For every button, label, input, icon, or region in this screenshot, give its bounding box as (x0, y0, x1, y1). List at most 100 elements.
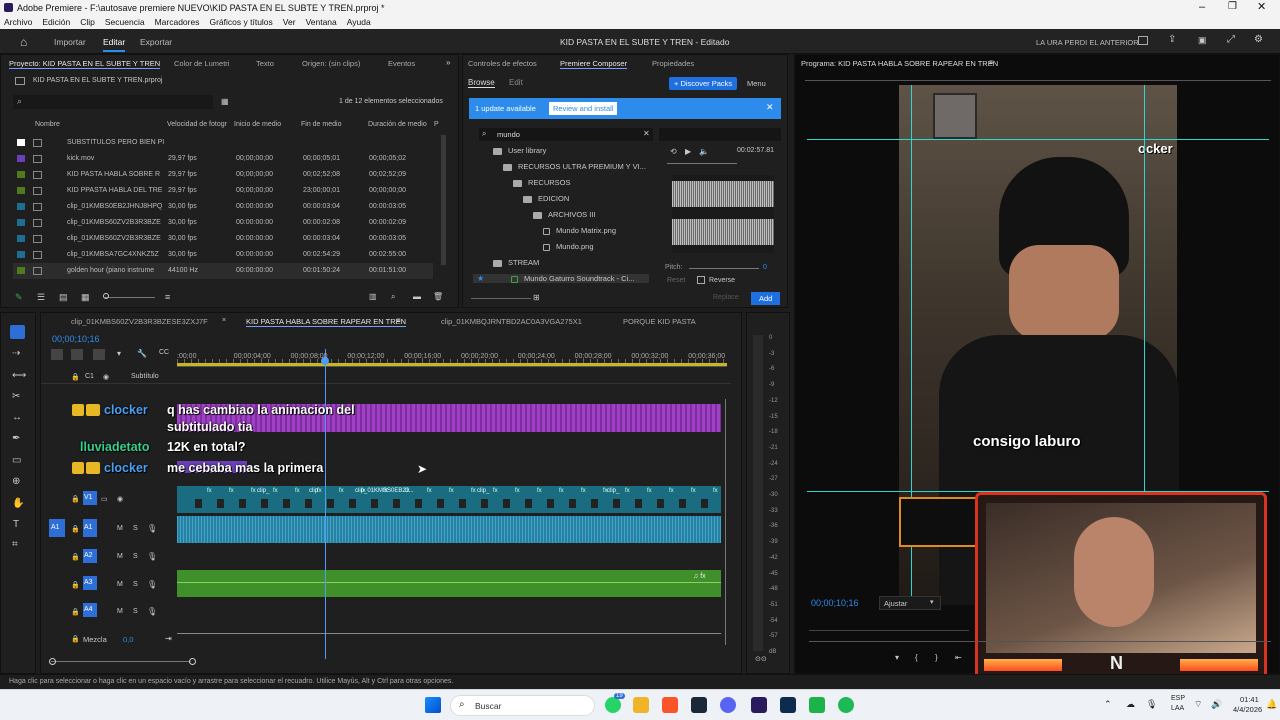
column-media-duration[interactable]: Duración de medio (368, 121, 427, 128)
add-marker-icon[interactable]: ▾ (117, 349, 121, 358)
solo-a3[interactable]: S (133, 581, 138, 588)
tab-premiere-composer[interactable]: Premiere Composer (560, 59, 628, 69)
program-scrubber[interactable] (809, 623, 969, 631)
discover-packs-button[interactable]: + Discover Packs (669, 77, 738, 90)
new-bin-icon[interactable]: ▬ (413, 292, 421, 301)
tab-export[interactable]: Exportar (140, 37, 172, 47)
language-indicator[interactable]: ESP (1171, 695, 1185, 702)
freeform-view-icon[interactable]: ▦ (81, 292, 90, 303)
home-icon[interactable]: ⌂ (20, 35, 27, 49)
project-row[interactable]: clip_01KMBS60ZV2B3R3BZE 30,00 fps 00:00:… (13, 215, 433, 231)
composer-menu-button[interactable]: Menu (747, 79, 766, 88)
windows-start-icon[interactable] (425, 697, 441, 713)
project-row[interactable]: KID PPASTA HABLA DEL TRE 29,97 fps 00;00… (13, 183, 433, 199)
mute-a4[interactable]: M (117, 608, 123, 615)
in-point-icon[interactable]: { (915, 653, 918, 662)
reset-button[interactable]: Reset (667, 277, 685, 284)
steam-icon[interactable] (691, 697, 707, 713)
minimize-icon[interactable]: – (1199, 1, 1205, 13)
mic-icon[interactable]: 🎙 (1146, 699, 1157, 710)
tab-text[interactable]: Texto (256, 59, 274, 68)
menu-item[interactable]: Gráficos y títulos (209, 17, 272, 27)
solo-a2[interactable]: S (133, 553, 138, 560)
playhead[interactable] (325, 349, 326, 659)
goto-in-icon[interactable]: ⇤ (955, 653, 962, 662)
list-view-icon[interactable]: ☰ (37, 292, 45, 303)
column-p[interactable]: P (434, 121, 439, 128)
solo-a4[interactable]: S (133, 608, 138, 615)
ripple-edit-icon[interactable]: ⟷ (12, 370, 26, 381)
automate-icon[interactable]: ▥ (369, 292, 377, 301)
snap-icon[interactable] (71, 349, 83, 360)
program-menu-icon[interactable]: ≡ (989, 58, 994, 67)
tab-source[interactable]: Origen: (sin clips) (302, 59, 360, 68)
zoom-handle-right[interactable] (189, 658, 196, 665)
tree-folder[interactable]: ARCHIVOS III (533, 210, 596, 219)
solo-a1[interactable]: S (133, 525, 138, 532)
type-icon[interactable]: T (13, 519, 19, 530)
a3-target[interactable]: A3 (83, 576, 97, 590)
menu-item[interactable]: Ayuda (347, 17, 371, 27)
lock-icon[interactable]: 🔒 (71, 495, 80, 503)
close-tab-icon[interactable]: × (222, 317, 226, 324)
a2-target[interactable]: A2 (83, 549, 97, 563)
lock-icon[interactable]: 🔒 (71, 635, 80, 643)
slip-icon[interactable]: ↔ (12, 412, 22, 423)
zoom-slider-handle[interactable] (103, 293, 109, 299)
column-fps[interactable]: Velocidad de fotogr (167, 121, 227, 128)
tab-edit[interactable]: Editar (103, 37, 126, 52)
menu-item[interactable]: Secuencia (105, 17, 145, 27)
tree-folder[interactable]: User library (493, 146, 546, 155)
close-banner-icon[interactable]: ✕ (766, 102, 774, 113)
a3-music-clip[interactable]: ♫ fx (177, 570, 721, 597)
panel-toggle-icon[interactable] (1138, 36, 1148, 45)
mute-a1[interactable]: M (117, 525, 123, 532)
close-icon[interactable]: ✕ (1257, 0, 1266, 13)
mute-a2[interactable]: M (117, 553, 123, 560)
auto-reframe-icon[interactable]: ⌗ (12, 539, 18, 550)
tab-import[interactable]: Importar (54, 37, 86, 47)
v1-track-clips[interactable]: clip_ clip clip_01KMBS0EB2J... clip_ clip_ fx… (177, 486, 721, 513)
a1-target[interactable]: A1 (83, 519, 97, 537)
panel-overflow-icon[interactable]: » (446, 58, 450, 67)
mic-icon[interactable]: 🎙 (147, 552, 157, 561)
volume-slider[interactable] (667, 163, 737, 164)
nest-icon[interactable] (51, 349, 63, 360)
brave-icon[interactable] (662, 697, 678, 713)
track-select-icon[interactable]: ⇢ (12, 348, 20, 359)
a1-source-patch[interactable]: A1 (49, 519, 65, 537)
tab-seq-clip-1[interactable]: clip_01KMBS60ZV2B3R3BZESE3ZXJ7F (71, 317, 208, 326)
program-zoom-bar[interactable] (809, 641, 1271, 642)
column-name[interactable]: Nombre (35, 121, 60, 128)
project-row[interactable]: clip_01KMBS0EB2JHNJ8HPQ 30,00 fps 00:00:… (13, 199, 433, 215)
tab-edit-composer[interactable]: Edit (509, 78, 523, 87)
sort-icon[interactable]: ≡ (165, 292, 170, 302)
photoshop-icon[interactable] (780, 697, 796, 713)
loop-icon[interactable]: ⟲ (670, 147, 677, 156)
lock-icon[interactable]: 🔒 (71, 525, 80, 533)
menu-item[interactable]: Archivo (4, 17, 32, 27)
favorite-star-icon[interactable]: ★ (477, 274, 484, 283)
tree-folder[interactable]: RECURSOS ULTRA PREMIUM Y VI... (503, 162, 646, 171)
menu-item[interactable]: Clip (80, 17, 95, 27)
project-row[interactable]: clip_01KMBS60ZV2B3R3BZE 30,00 fps 00:00:… (13, 231, 433, 247)
project-row[interactable]: clip_01KMBSA7GC4XNKZ5Z 30,00 fps 00:00:0… (13, 247, 433, 263)
solo-meter-icon[interactable]: ⊙⊙ (755, 655, 767, 663)
lock-icon[interactable]: 🔒 (71, 608, 80, 616)
toggle-output-icon[interactable]: ◉ (103, 373, 109, 381)
rectangle-icon[interactable]: ▭ (12, 455, 21, 466)
composer-zoom-slider[interactable] (471, 298, 531, 299)
tab-seq-clip-2[interactable]: clip_01KMBQJRNTBD2AC0A3VGA275X1 (441, 317, 582, 326)
captions-icon[interactable]: CC (159, 349, 169, 356)
premiere-taskbar-icon[interactable] (751, 697, 767, 713)
tree-item[interactable]: Mundo.png (543, 242, 594, 251)
tab-seq-porque[interactable]: PORQUE KID PASTA (623, 317, 696, 326)
column-media-start[interactable]: Inicio de medio (234, 121, 281, 128)
wifi-icon[interactable]: ⌔ (1194, 699, 1202, 710)
add-button[interactable]: Add (751, 292, 781, 305)
timeline-zoom-scrollbar[interactable] (51, 661, 191, 662)
v1-clip-label[interactable]: clip_ (477, 488, 489, 494)
tab-project[interactable]: Proyecto: KID PASTA EN EL SUBTE Y TREN (9, 59, 161, 69)
taskbar-search[interactable]: ⌕ Buscar (450, 695, 595, 716)
tray-chevron-icon[interactable]: ⌃ (1104, 699, 1112, 710)
